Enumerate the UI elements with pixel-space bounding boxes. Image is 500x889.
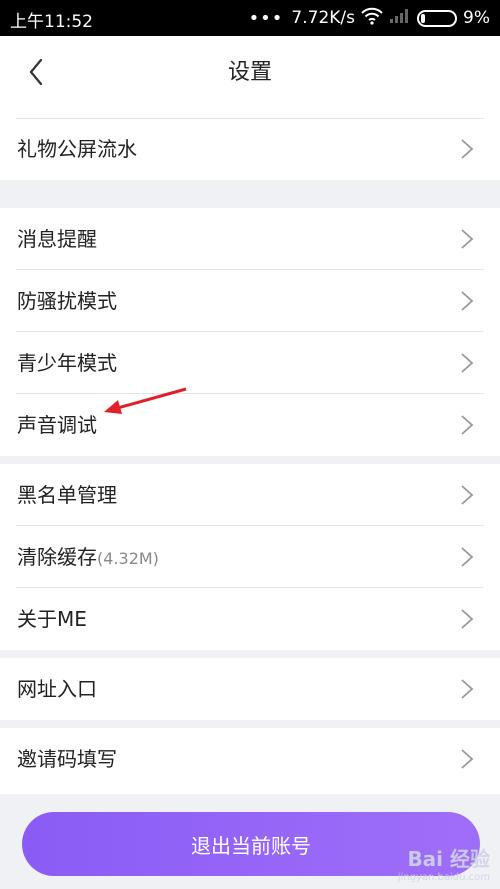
section-separator	[0, 180, 500, 208]
settings-item-notifications[interactable]: 消息提醒	[0, 208, 500, 270]
settings-item-blacklist[interactable]: 黑名单管理	[0, 464, 500, 526]
settings-item-label: 清除缓存	[17, 545, 97, 569]
more-dots-icon: •••	[248, 7, 284, 29]
chevron-right-icon	[461, 485, 474, 505]
network-speed: 7.72K/s	[291, 8, 356, 28]
status-right: ••• 7.72K/s 9%	[249, 7, 490, 29]
settings-item-label: 消息提醒	[17, 227, 97, 251]
chevron-right-icon	[461, 679, 474, 699]
chevron-right-icon	[461, 547, 474, 567]
page-title: 设置	[227, 60, 272, 85]
settings-item-label: 防骚扰模式	[17, 289, 117, 313]
chevron-right-icon	[461, 291, 474, 311]
settings-item-label: 礼物公屏流水	[17, 137, 137, 161]
settings-item-about[interactable]: 关于ME	[0, 588, 500, 650]
chevron-right-icon	[461, 353, 474, 373]
settings-item-anti-harassment[interactable]: 防骚扰模式	[0, 270, 500, 332]
chevron-right-icon	[461, 415, 474, 435]
cache-size: (4.32M)	[97, 549, 159, 568]
watermark: Bai 经验 jingyan.baidu.com	[398, 843, 490, 883]
status-bar: 上午11:52 ••• 7.72K/s 9%	[0, 0, 500, 36]
battery-icon	[417, 9, 458, 27]
section-separator	[0, 720, 500, 728]
section-separator	[0, 650, 500, 658]
settings-item-label: 黑名单管理	[17, 483, 117, 507]
settings-item-label: 网址入口	[17, 677, 97, 701]
section-separator	[0, 456, 500, 464]
settings-item-label: 声音调试	[17, 413, 97, 437]
chevron-right-icon	[461, 749, 474, 769]
watermark-brand: Bai 经验	[407, 847, 490, 871]
chevron-right-icon	[461, 229, 474, 249]
watermark-url: jingyan.baidu.com	[397, 872, 490, 883]
settings-item-clear-cache[interactable]: 清除缓存(4.32M)	[0, 526, 500, 588]
settings-item-label: 邀请码填写	[17, 747, 117, 771]
wifi-icon	[361, 7, 383, 30]
settings-list: 礼物公屏流水 消息提醒 防骚扰模式 青少年模式 声音调试 黑名单管理 清除缓存(…	[0, 118, 500, 790]
chevron-right-icon	[461, 609, 474, 629]
settings-item-url-entry[interactable]: 网址入口	[0, 658, 500, 720]
status-time: 上午11:52	[10, 12, 93, 32]
settings-item-audio-debug[interactable]: 声音调试	[0, 394, 500, 456]
battery-percent: 9%	[463, 8, 490, 28]
settings-item-gift-stream[interactable]: 礼物公屏流水	[0, 118, 500, 180]
signal-icon	[389, 8, 411, 29]
settings-item-label: 关于ME	[17, 607, 87, 631]
settings-item-label-wrap: 清除缓存(4.32M)	[17, 526, 159, 588]
title-bar: 设置	[0, 36, 500, 118]
settings-item-teen-mode[interactable]: 青少年模式	[0, 332, 500, 394]
settings-item-invite-code[interactable]: 邀请码填写	[0, 728, 500, 790]
settings-item-label: 青少年模式	[17, 351, 117, 375]
chevron-right-icon	[461, 139, 474, 159]
